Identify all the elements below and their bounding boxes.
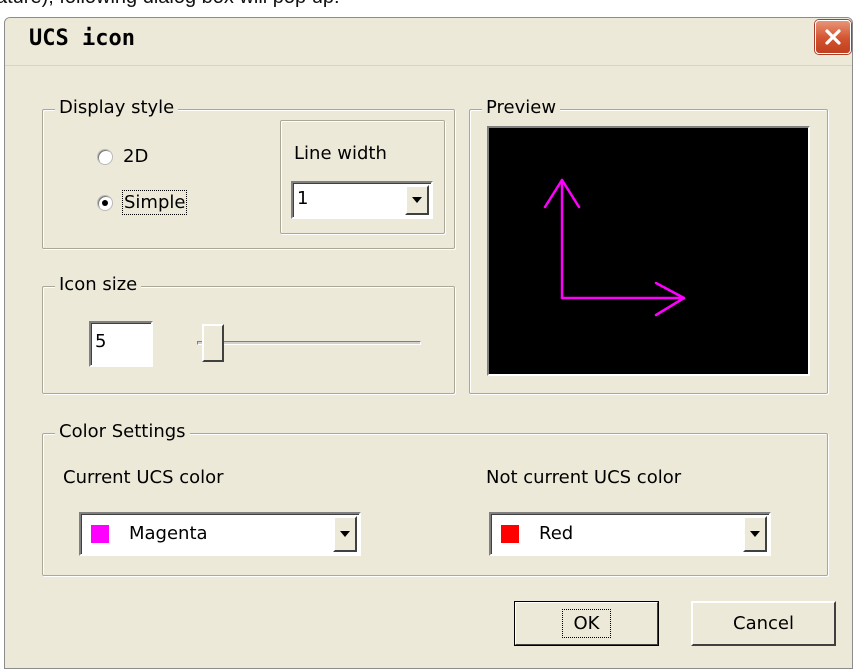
- chevron-down-icon: [340, 531, 350, 537]
- close-button[interactable]: [815, 20, 851, 54]
- current-color-swatch: [91, 525, 109, 543]
- radio-2d-label[interactable]: 2D: [123, 146, 148, 167]
- preview-group: Preview: [469, 97, 828, 394]
- ucs-icon-dialog: UCS icon Display style 2D Simple Line wi…: [4, 17, 853, 669]
- color-settings-group: Color Settings Current UCS color Magenta…: [42, 421, 828, 576]
- line-width-group: Line width 1: [280, 120, 445, 234]
- icon-size-group: Icon size 5: [42, 274, 455, 394]
- display-style-legend: Display style: [55, 97, 179, 118]
- cancel-button[interactable]: Cancel: [691, 601, 836, 646]
- icon-size-slider-track[interactable]: [197, 341, 421, 345]
- line-width-dropdown-button[interactable]: [405, 185, 429, 215]
- ok-button[interactable]: OK: [514, 601, 659, 646]
- not-current-ucs-color-value: Red: [539, 523, 574, 544]
- line-width-select[interactable]: 1: [291, 181, 433, 219]
- ok-button-label: OK: [561, 609, 612, 638]
- preview-canvas: [487, 126, 810, 376]
- title-bar[interactable]: UCS icon: [5, 18, 852, 66]
- line-width-label: Line width: [294, 143, 387, 164]
- preview-legend: Preview: [482, 97, 561, 118]
- icon-size-legend: Icon size: [55, 274, 142, 295]
- current-color-dropdown-button[interactable]: [333, 516, 357, 552]
- current-ucs-color-select[interactable]: Magenta: [79, 512, 361, 556]
- radio-selected-dot: [102, 200, 108, 206]
- icon-size-input[interactable]: 5: [89, 321, 153, 367]
- radio-2d[interactable]: 2D: [97, 146, 187, 172]
- icon-size-slider-thumb[interactable]: [201, 324, 224, 362]
- current-ucs-color-label: Current UCS color: [63, 467, 224, 488]
- color-settings-legend: Color Settings: [55, 421, 190, 442]
- ucs-axes-icon: [543, 178, 686, 317]
- caption-text: ature); following dialog box will pop up…: [0, 0, 340, 9]
- radio-simple-button[interactable]: [97, 195, 113, 211]
- radio-simple[interactable]: Simple: [97, 190, 207, 218]
- chevron-down-icon: [750, 531, 760, 537]
- current-ucs-color-value: Magenta: [129, 523, 208, 544]
- close-x-icon: [825, 29, 841, 45]
- icon-size-value: 5: [95, 331, 107, 352]
- not-current-color-swatch: [501, 525, 519, 543]
- chevron-down-icon: [412, 197, 422, 203]
- display-style-group: Display style 2D Simple Line width 1: [42, 97, 455, 249]
- not-current-ucs-color-select[interactable]: Red: [489, 512, 771, 556]
- cancel-button-label: Cancel: [733, 613, 794, 634]
- dialog-title: UCS icon: [29, 26, 135, 51]
- line-width-value: 1: [297, 188, 309, 209]
- radio-simple-label[interactable]: Simple: [121, 190, 188, 215]
- not-current-color-dropdown-button[interactable]: [743, 516, 767, 552]
- not-current-ucs-color-label: Not current UCS color: [486, 467, 682, 488]
- radio-2d-button[interactable]: [97, 149, 113, 165]
